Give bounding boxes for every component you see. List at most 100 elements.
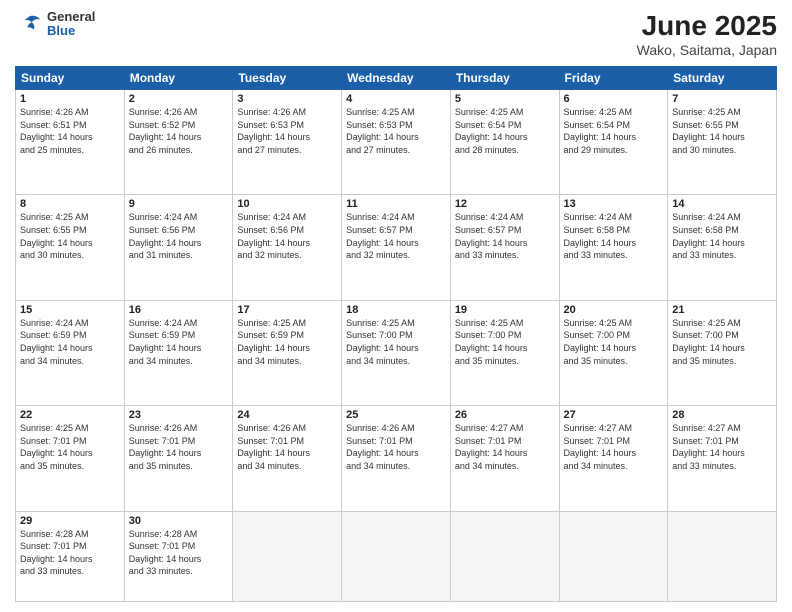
col-wednesday: Wednesday — [342, 67, 451, 90]
table-row: 8Sunrise: 4:25 AM Sunset: 6:55 PM Daylig… — [16, 195, 125, 300]
table-row: 27Sunrise: 4:27 AM Sunset: 7:01 PM Dayli… — [559, 406, 668, 511]
day-info: Sunrise: 4:25 AM Sunset: 6:55 PM Dayligh… — [672, 106, 772, 156]
day-number: 9 — [129, 198, 229, 210]
day-number: 15 — [20, 304, 120, 316]
day-number: 10 — [237, 198, 337, 210]
day-number: 18 — [346, 304, 446, 316]
day-number: 20 — [564, 304, 664, 316]
day-info: Sunrise: 4:26 AM Sunset: 6:52 PM Dayligh… — [129, 106, 229, 156]
day-info: Sunrise: 4:28 AM Sunset: 7:01 PM Dayligh… — [129, 528, 229, 578]
day-number: 13 — [564, 198, 664, 210]
day-info: Sunrise: 4:26 AM Sunset: 6:51 PM Dayligh… — [20, 106, 120, 156]
day-number: 8 — [20, 198, 120, 210]
day-number: 7 — [672, 93, 772, 105]
day-info: Sunrise: 4:25 AM Sunset: 6:55 PM Dayligh… — [20, 211, 120, 261]
table-row: 12Sunrise: 4:24 AM Sunset: 6:57 PM Dayli… — [450, 195, 559, 300]
day-info: Sunrise: 4:25 AM Sunset: 7:00 PM Dayligh… — [346, 317, 446, 367]
table-row — [668, 511, 777, 602]
day-number: 5 — [455, 93, 555, 105]
day-number: 2 — [129, 93, 229, 105]
table-row — [559, 511, 668, 602]
day-number: 26 — [455, 409, 555, 421]
col-saturday: Saturday — [668, 67, 777, 90]
page-title: June 2025 — [637, 10, 777, 42]
table-row: 16Sunrise: 4:24 AM Sunset: 6:59 PM Dayli… — [124, 300, 233, 405]
title-block: June 2025 Wako, Saitama, Japan — [637, 10, 777, 58]
day-number: 11 — [346, 198, 446, 210]
day-info: Sunrise: 4:25 AM Sunset: 6:54 PM Dayligh… — [455, 106, 555, 156]
day-number: 28 — [672, 409, 772, 421]
day-info: Sunrise: 4:25 AM Sunset: 6:54 PM Dayligh… — [564, 106, 664, 156]
day-info: Sunrise: 4:24 AM Sunset: 6:57 PM Dayligh… — [346, 211, 446, 261]
day-info: Sunrise: 4:25 AM Sunset: 7:01 PM Dayligh… — [20, 422, 120, 472]
day-number: 21 — [672, 304, 772, 316]
table-row: 30Sunrise: 4:28 AM Sunset: 7:01 PM Dayli… — [124, 511, 233, 602]
day-info: Sunrise: 4:26 AM Sunset: 7:01 PM Dayligh… — [237, 422, 337, 472]
table-row: 2Sunrise: 4:26 AM Sunset: 6:52 PM Daylig… — [124, 90, 233, 195]
page: General Blue June 2025 Wako, Saitama, Ja… — [0, 0, 792, 612]
table-row — [233, 511, 342, 602]
day-number: 14 — [672, 198, 772, 210]
day-number: 1 — [20, 93, 120, 105]
table-row: 4Sunrise: 4:25 AM Sunset: 6:53 PM Daylig… — [342, 90, 451, 195]
table-row: 7Sunrise: 4:25 AM Sunset: 6:55 PM Daylig… — [668, 90, 777, 195]
table-row: 11Sunrise: 4:24 AM Sunset: 6:57 PM Dayli… — [342, 195, 451, 300]
calendar-header-row: Sunday Monday Tuesday Wednesday Thursday… — [16, 67, 777, 90]
table-row: 17Sunrise: 4:25 AM Sunset: 6:59 PM Dayli… — [233, 300, 342, 405]
day-info: Sunrise: 4:25 AM Sunset: 7:00 PM Dayligh… — [455, 317, 555, 367]
header: General Blue June 2025 Wako, Saitama, Ja… — [15, 10, 777, 58]
table-row: 29Sunrise: 4:28 AM Sunset: 7:01 PM Dayli… — [16, 511, 125, 602]
day-number: 4 — [346, 93, 446, 105]
logo-text: General Blue — [47, 10, 95, 39]
day-number: 6 — [564, 93, 664, 105]
table-row: 14Sunrise: 4:24 AM Sunset: 6:58 PM Dayli… — [668, 195, 777, 300]
day-info: Sunrise: 4:24 AM Sunset: 6:56 PM Dayligh… — [237, 211, 337, 261]
day-info: Sunrise: 4:26 AM Sunset: 7:01 PM Dayligh… — [346, 422, 446, 472]
day-info: Sunrise: 4:25 AM Sunset: 6:59 PM Dayligh… — [237, 317, 337, 367]
table-row: 21Sunrise: 4:25 AM Sunset: 7:00 PM Dayli… — [668, 300, 777, 405]
day-info: Sunrise: 4:27 AM Sunset: 7:01 PM Dayligh… — [455, 422, 555, 472]
col-thursday: Thursday — [450, 67, 559, 90]
day-number: 27 — [564, 409, 664, 421]
table-row: 6Sunrise: 4:25 AM Sunset: 6:54 PM Daylig… — [559, 90, 668, 195]
table-row: 15Sunrise: 4:24 AM Sunset: 6:59 PM Dayli… — [16, 300, 125, 405]
table-row: 25Sunrise: 4:26 AM Sunset: 7:01 PM Dayli… — [342, 406, 451, 511]
day-number: 24 — [237, 409, 337, 421]
day-number: 25 — [346, 409, 446, 421]
logo-blue: Blue — [47, 24, 95, 38]
day-number: 16 — [129, 304, 229, 316]
calendar-table: Sunday Monday Tuesday Wednesday Thursday… — [15, 66, 777, 602]
day-number: 17 — [237, 304, 337, 316]
table-row: 5Sunrise: 4:25 AM Sunset: 6:54 PM Daylig… — [450, 90, 559, 195]
table-row: 20Sunrise: 4:25 AM Sunset: 7:00 PM Dayli… — [559, 300, 668, 405]
table-row: 3Sunrise: 4:26 AM Sunset: 6:53 PM Daylig… — [233, 90, 342, 195]
table-row: 10Sunrise: 4:24 AM Sunset: 6:56 PM Dayli… — [233, 195, 342, 300]
day-info: Sunrise: 4:26 AM Sunset: 7:01 PM Dayligh… — [129, 422, 229, 472]
col-monday: Monday — [124, 67, 233, 90]
day-number: 3 — [237, 93, 337, 105]
day-info: Sunrise: 4:27 AM Sunset: 7:01 PM Dayligh… — [672, 422, 772, 472]
day-number: 29 — [20, 515, 120, 527]
day-info: Sunrise: 4:24 AM Sunset: 6:56 PM Dayligh… — [129, 211, 229, 261]
table-row: 24Sunrise: 4:26 AM Sunset: 7:01 PM Dayli… — [233, 406, 342, 511]
table-row: 13Sunrise: 4:24 AM Sunset: 6:58 PM Dayli… — [559, 195, 668, 300]
table-row: 22Sunrise: 4:25 AM Sunset: 7:01 PM Dayli… — [16, 406, 125, 511]
day-info: Sunrise: 4:25 AM Sunset: 7:00 PM Dayligh… — [672, 317, 772, 367]
table-row: 9Sunrise: 4:24 AM Sunset: 6:56 PM Daylig… — [124, 195, 233, 300]
table-row: 18Sunrise: 4:25 AM Sunset: 7:00 PM Dayli… — [342, 300, 451, 405]
day-number: 12 — [455, 198, 555, 210]
day-info: Sunrise: 4:25 AM Sunset: 7:00 PM Dayligh… — [564, 317, 664, 367]
table-row — [450, 511, 559, 602]
logo-general: General — [47, 10, 95, 24]
day-info: Sunrise: 4:28 AM Sunset: 7:01 PM Dayligh… — [20, 528, 120, 578]
table-row: 19Sunrise: 4:25 AM Sunset: 7:00 PM Dayli… — [450, 300, 559, 405]
table-row: 28Sunrise: 4:27 AM Sunset: 7:01 PM Dayli… — [668, 406, 777, 511]
day-info: Sunrise: 4:24 AM Sunset: 6:57 PM Dayligh… — [455, 211, 555, 261]
day-info: Sunrise: 4:24 AM Sunset: 6:58 PM Dayligh… — [672, 211, 772, 261]
table-row: 1Sunrise: 4:26 AM Sunset: 6:51 PM Daylig… — [16, 90, 125, 195]
day-number: 22 — [20, 409, 120, 421]
day-info: Sunrise: 4:24 AM Sunset: 6:58 PM Dayligh… — [564, 211, 664, 261]
day-number: 19 — [455, 304, 555, 316]
logo: General Blue — [15, 10, 95, 39]
table-row: 23Sunrise: 4:26 AM Sunset: 7:01 PM Dayli… — [124, 406, 233, 511]
